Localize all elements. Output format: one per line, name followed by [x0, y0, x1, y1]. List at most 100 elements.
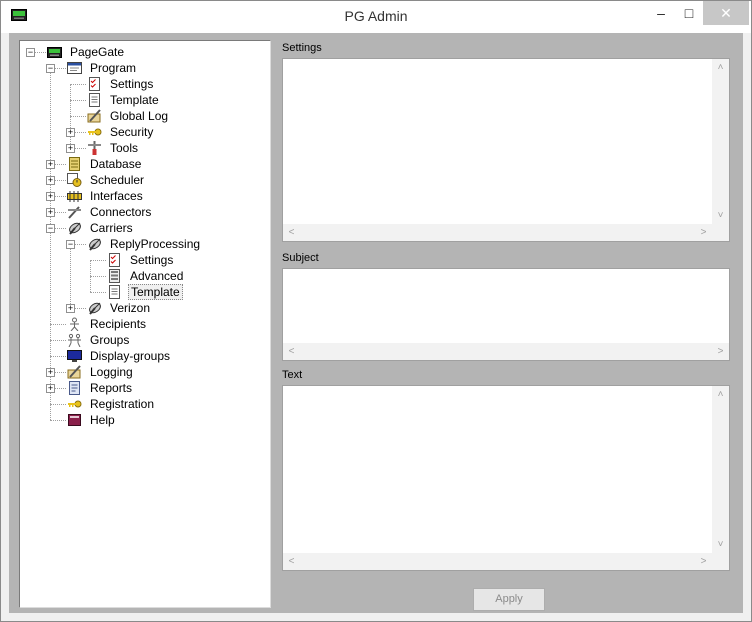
tree-expander[interactable]: +: [46, 208, 55, 217]
tree-item-label: Settings: [110, 77, 154, 91]
log-pen-icon: [67, 365, 81, 379]
tree-item-label: Template: [110, 93, 159, 107]
tree-expander[interactable]: +: [46, 368, 55, 377]
minimize-button[interactable]: ‒: [647, 1, 675, 25]
scroll-right-arrow[interactable]: ˃: [712, 343, 729, 360]
pg-admin-window: PG Admin ‒ □ ✕ − PageGate − Program Sett…: [0, 0, 752, 622]
tree-item[interactable]: Display-groups: [66, 348, 266, 364]
tree-item-label: Registration: [90, 397, 155, 411]
tree-item-label: Template: [128, 284, 183, 300]
tree-item-label: Security: [110, 125, 154, 139]
tree-item[interactable]: Groups: [66, 332, 266, 348]
tree-expander[interactable]: +: [46, 176, 55, 185]
navigation-tree[interactable]: − PageGate − Program Settings Template G…: [19, 40, 271, 608]
subject-horizontal-scrollbar[interactable]: ˂ ˃: [283, 343, 729, 360]
scroll-left-arrow[interactable]: ˂: [283, 224, 300, 241]
tree-item[interactable]: Logging: [66, 364, 266, 380]
tree-expander[interactable]: +: [66, 128, 75, 137]
text-vertical-scrollbar[interactable]: ˄ ˅: [712, 386, 729, 553]
tree-expander[interactable]: +: [66, 304, 75, 313]
scroll-right-arrow[interactable]: ˃: [695, 553, 712, 570]
tree-connector-line: [50, 404, 66, 405]
subject-textarea[interactable]: ˂ ˃: [282, 268, 730, 361]
tree-item[interactable]: ReplyProcessing: [86, 236, 286, 252]
scroll-right-arrow[interactable]: ˃: [695, 224, 712, 241]
tree-expander[interactable]: +: [46, 384, 55, 393]
tree-item[interactable]: Advanced: [106, 268, 306, 284]
tree-item[interactable]: Database: [66, 156, 266, 172]
pager-icon: [47, 47, 62, 58]
tree-item-label: Reports: [90, 381, 133, 395]
tree-item-label: Help: [90, 413, 115, 427]
tree-item-label: PageGate: [70, 45, 125, 59]
close-button[interactable]: ✕: [703, 1, 749, 25]
tree-item-label: Database: [90, 157, 142, 171]
document-icon: [109, 285, 120, 299]
tree-item[interactable]: Registration: [66, 396, 266, 412]
tree-item[interactable]: Settings: [86, 76, 286, 92]
key-icon: [68, 400, 82, 408]
tree-expander[interactable]: +: [46, 160, 55, 169]
tree-expander[interactable]: −: [46, 64, 55, 73]
tree-expander[interactable]: +: [46, 192, 55, 201]
log-pen-icon: [87, 109, 101, 123]
scroll-left-arrow[interactable]: ˂: [283, 343, 300, 360]
monitor-icon: [67, 350, 82, 362]
scroll-down-arrow[interactable]: ˅: [712, 207, 729, 224]
settings-textarea[interactable]: ˄ ˅ ˂ ˃: [282, 58, 730, 242]
tree-item[interactable]: Program: [66, 60, 266, 76]
tree-item[interactable]: Help: [66, 412, 266, 428]
scroll-down-arrow[interactable]: ˅: [712, 536, 729, 553]
apply-button[interactable]: Apply: [473, 588, 545, 611]
settings-vertical-scrollbar[interactable]: ˄ ˅: [712, 59, 729, 224]
tree-expander[interactable]: −: [26, 48, 35, 57]
client-area: − PageGate − Program Settings Template G…: [9, 33, 743, 613]
database-icon: [69, 157, 80, 171]
tree-item-label: Global Log: [110, 109, 169, 123]
tree-item[interactable]: Global Log: [86, 108, 286, 124]
scroll-up-arrow[interactable]: ˄: [712, 386, 729, 403]
scheduler-icon: [67, 173, 82, 187]
checklist-icon: [89, 77, 100, 91]
scroll-up-arrow[interactable]: ˄: [712, 59, 729, 76]
interfaces-icon: [67, 191, 82, 202]
tree-expander[interactable]: −: [66, 240, 75, 249]
maximize-button[interactable]: □: [675, 1, 703, 25]
tree-item[interactable]: Scheduler: [66, 172, 266, 188]
text-horizontal-scrollbar[interactable]: ˂ ˃: [283, 553, 712, 570]
text-textarea[interactable]: ˄ ˅ ˂ ˃: [282, 385, 730, 571]
tree-item[interactable]: Settings: [106, 252, 306, 268]
tree-item-label: Carriers: [90, 221, 133, 235]
settings-horizontal-scrollbar[interactable]: ˂ ˃: [283, 224, 712, 241]
tree-item-label: Interfaces: [90, 189, 143, 203]
tree-item[interactable]: Reports: [66, 380, 266, 396]
title-bar[interactable]: PG Admin ‒ □ ✕: [1, 1, 751, 33]
key-icon: [88, 128, 102, 136]
tree-item-label: Verizon: [110, 301, 151, 315]
tree-item-label: Scheduler: [90, 173, 145, 187]
satellite-icon: [89, 238, 101, 251]
scroll-left-arrow[interactable]: ˂: [283, 553, 300, 570]
tree-item[interactable]: Tools: [86, 140, 286, 156]
tree-item[interactable]: Interfaces: [66, 188, 266, 204]
tree-item[interactable]: Carriers: [66, 220, 266, 236]
scrollbar-corner: [712, 553, 729, 570]
text-label: Text: [282, 369, 303, 381]
tree-item[interactable]: Verizon: [86, 300, 286, 316]
tree-connector-line: [50, 340, 66, 341]
tree-connector-line: [90, 276, 106, 277]
tree-item[interactable]: Template: [106, 284, 306, 300]
tree-item[interactable]: Template: [86, 92, 286, 108]
tree-item[interactable]: Connectors: [66, 204, 266, 220]
tree-expander[interactable]: −: [46, 224, 55, 233]
tree-item[interactable]: Security: [86, 124, 286, 140]
tree-item-label: Settings: [130, 253, 174, 267]
help-book-icon: [68, 414, 81, 426]
tree-item[interactable]: PageGate: [46, 44, 246, 60]
program-window-icon: [67, 62, 82, 74]
settings-label: Settings: [282, 42, 322, 54]
tree-expander[interactable]: +: [66, 144, 75, 153]
tree-connector-line: [50, 324, 66, 325]
tree-item[interactable]: Recipients: [66, 316, 266, 332]
window-title: PG Admin: [344, 8, 408, 24]
